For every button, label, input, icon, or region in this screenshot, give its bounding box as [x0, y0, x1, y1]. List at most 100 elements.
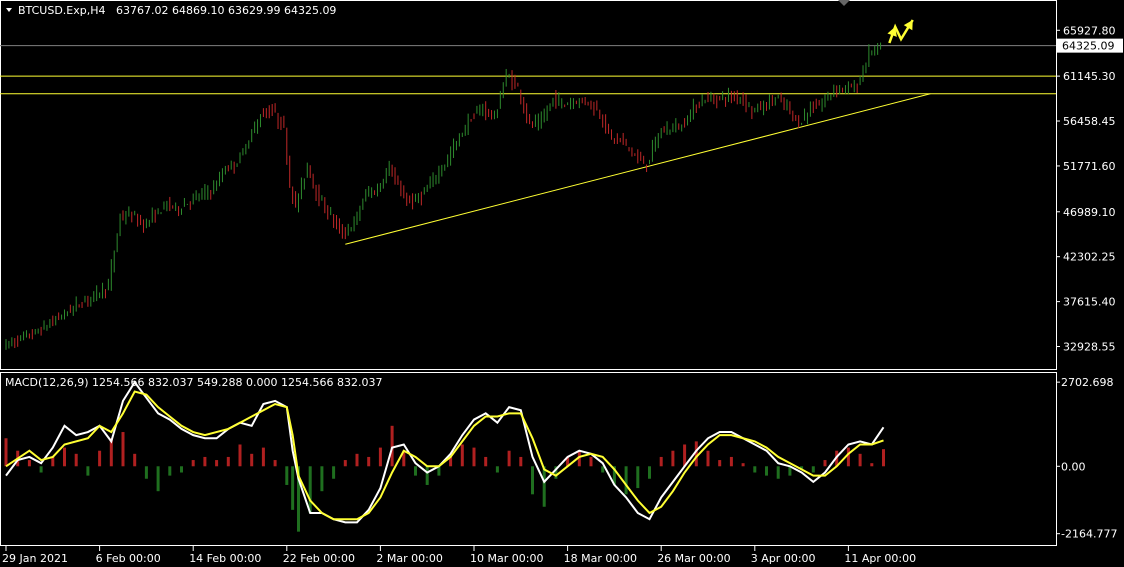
- macd-histogram-bar: [226, 456, 230, 467]
- macd-series-macd: [5, 380, 885, 524]
- macd-histogram-bar: [367, 456, 371, 467]
- macd-histogram-bar: [718, 460, 722, 467]
- macd-histogram-bar: [39, 466, 43, 473]
- macd-histogram-bar: [63, 447, 66, 467]
- macd-axis-label: 0.00: [1061, 460, 1086, 473]
- ohlc-values: 63767.02 64869.10 63629.99 64325.09: [116, 4, 336, 17]
- macd-histogram-bar: [484, 456, 488, 467]
- time-axis-label: 18 Mar 00:00: [564, 552, 637, 565]
- macd-histogram-bar: [332, 466, 336, 479]
- macd-histogram-bar: [753, 466, 757, 473]
- time-axis-label: 14 Feb 00:00: [189, 552, 261, 565]
- macd-histogram-bar: [519, 456, 523, 467]
- macd-histogram-bar: [74, 453, 78, 467]
- time-axis: 29 Jan 2021 6 Feb 00:00 14 Feb 00:00 22 Feb…: [2, 546, 916, 565]
- macd-pane: [4, 380, 885, 532]
- price-axis-label: 56458.45: [1063, 115, 1116, 128]
- macd-axis-label: -2164.777: [1061, 528, 1117, 541]
- macd-histogram-bar: [507, 450, 511, 467]
- macd-histogram-bar: [729, 456, 733, 467]
- macd-histogram-bar: [4, 438, 8, 467]
- macd-histogram-bar: [659, 456, 663, 467]
- price-axis-label: 46989.10: [1063, 206, 1116, 219]
- macd-histogram-bar: [98, 450, 102, 467]
- macd-histogram-bar: [261, 447, 265, 467]
- macd-histogram-bar: [27, 460, 31, 467]
- macd-histogram-bar: [378, 447, 382, 467]
- macd-histogram-bar: [671, 450, 675, 467]
- macd-histogram-bar: [121, 432, 125, 467]
- macd-histogram-bar: [273, 460, 277, 467]
- macd-histogram-bar: [355, 453, 359, 467]
- macd-histogram-bar: [460, 444, 464, 467]
- time-axis-label: 10 Mar 00:00: [470, 552, 543, 565]
- macd-histogram-bar: [741, 463, 745, 467]
- price-axis-label: 37615.40: [1063, 296, 1116, 309]
- symbol-label: BTCUSD.Exp,H4: [18, 4, 106, 17]
- price-pane: [0, 19, 1056, 350]
- price-axis-label: 42302.25: [1063, 251, 1116, 264]
- macd-histogram-bar: [542, 466, 546, 507]
- macd-histogram-bar: [531, 466, 534, 495]
- macd-histogram-bar: [86, 466, 90, 476]
- price-axis-label: 32928.55: [1063, 341, 1116, 354]
- macd-histogram-bar: [320, 466, 324, 492]
- current-price-value: 64325.09: [1062, 40, 1115, 53]
- macd-histogram-bar: [133, 453, 137, 467]
- macd-pane-frame: [0, 372, 1057, 546]
- support-trendline: [345, 93, 931, 245]
- price-axis: 65927.80 61145.30 56458.45 51771.60 46989.10…: [1056, 24, 1123, 354]
- macd-histogram-bar: [589, 456, 593, 467]
- macd-histogram-bar: [144, 466, 148, 479]
- price-axis-label: 51771.60: [1063, 160, 1116, 173]
- macd-histogram-bar: [706, 450, 710, 467]
- macd-histogram-bar: [308, 466, 312, 513]
- price-pane-frame: [0, 0, 1057, 370]
- time-axis-label: 11 Apr 00:00: [844, 552, 916, 565]
- macd-histogram-bar: [191, 460, 195, 467]
- macd-histogram-bar: [823, 460, 827, 467]
- macd-histogram-bar: [291, 466, 295, 510]
- time-axis-label: 29 Jan 2021: [2, 552, 68, 565]
- macd-histogram-bar: [811, 466, 815, 473]
- shift-marker-icon[interactable]: [838, 0, 850, 6]
- macd-histogram-bar: [238, 444, 242, 467]
- macd-histogram-bar: [390, 425, 394, 467]
- macd-histogram-bar: [250, 453, 254, 467]
- macd-histogram-bar: [495, 466, 499, 473]
- chart-menu-triangle-icon[interactable]: [6, 8, 12, 12]
- macd-histogram-bar: [180, 466, 183, 473]
- macd-histogram-bar: [636, 466, 640, 489]
- macd-header: MACD(12,26,9) 1254.566 832.037 549.288 0…: [5, 376, 382, 389]
- macd-histogram-bar: [343, 460, 347, 467]
- macd-histogram-bar: [776, 466, 780, 479]
- macd-histogram-bar: [203, 456, 207, 467]
- time-axis-label: 2 Mar 00:00: [376, 552, 442, 565]
- macd-series-signal: [5, 390, 884, 521]
- macd-axis: 2702.698 0.00 -2164.777: [1056, 376, 1117, 541]
- macd-histogram-bar: [683, 444, 687, 467]
- macd-histogram-bar: [51, 456, 55, 467]
- macd-histogram-bar: [694, 441, 698, 467]
- macd-histogram-bar: [870, 463, 874, 467]
- macd-histogram-bar: [168, 466, 172, 476]
- price-axis-label: 65927.80: [1063, 24, 1116, 37]
- time-axis-label: 6 Feb 00:00: [96, 552, 161, 565]
- macd-histogram-bar: [846, 447, 850, 467]
- macd-histogram-bar: [414, 466, 417, 476]
- macd-histogram-bar: [648, 466, 651, 479]
- macd-histogram-bar: [156, 466, 160, 492]
- macd-histogram-bar: [425, 466, 429, 485]
- macd-histogram-bar: [858, 453, 862, 467]
- macd-histogram-bar: [624, 466, 628, 495]
- macd-histogram-bar: [285, 466, 289, 485]
- macd-histogram-bar: [472, 447, 476, 467]
- price-axis-label: 61145.30: [1063, 70, 1116, 83]
- macd-histogram-bar: [765, 466, 768, 476]
- macd-histogram-bar: [215, 460, 219, 467]
- time-axis-label: 26 Mar 00:00: [657, 552, 730, 565]
- macd-histogram-bar: [882, 449, 885, 467]
- price-chart[interactable]: 65927.80 61145.30 56458.45 51771.60 46989.10…: [0, 0, 1124, 567]
- macd-axis-label: 2702.698: [1061, 376, 1114, 389]
- time-axis-label: 22 Feb 00:00: [283, 552, 355, 565]
